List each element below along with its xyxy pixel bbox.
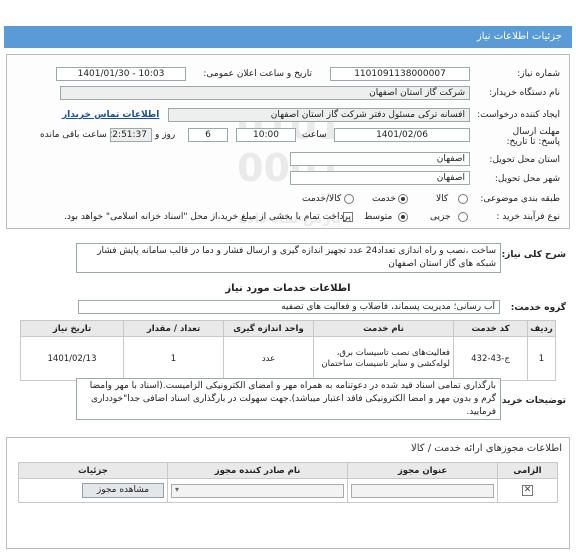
cell-code: ج-43-432 <box>453 336 528 381</box>
buyer-org-field: شرکت گاز استان اصفهان <box>60 86 470 100</box>
process-minor-label: جزیی <box>430 212 451 222</box>
services-table-header: ردیف کد خدمت نام خدمت واحد اندازه گیری ت… <box>20 320 556 337</box>
cell-name: فعالیت‌های نصب تاسیسات برق، لوله‌کشی و س… <box>313 336 454 381</box>
service-group-label: گروه خدمت: <box>510 303 566 313</box>
province-label: استان محل تحویل: <box>489 155 560 165</box>
service-group-field: آب رسانی؛ مدیریت پسماند، فاضلاب و فعالیت… <box>78 300 500 314</box>
days-label: روز و <box>155 130 176 140</box>
category-both-radio[interactable] <box>344 194 354 204</box>
category-service-radio[interactable] <box>398 194 408 204</box>
cell-unit: عدد <box>223 336 314 381</box>
page-title: جزئیات اطلاعات نیاز <box>476 31 562 42</box>
remaining-label: ساعت باقی مانده <box>40 130 107 140</box>
services-table: ردیف کد خدمت نام خدمت واحد اندازه گیری ت… <box>20 320 556 381</box>
notes-text: بارگذاری تمامی اسناد قید شده در دعوتنامه… <box>76 378 501 420</box>
permit-issuer-cell: ▾ <box>167 478 348 503</box>
page-header: جزئیات اطلاعات نیاز <box>4 26 572 48</box>
services-title: اطلاعات خدمات مورد نیاز <box>225 283 351 294</box>
cell-row: 1 <box>527 336 556 381</box>
announce-date-label: تاریخ و ساعت اعلان عمومی: <box>203 69 312 79</box>
process-minor-radio[interactable] <box>458 212 468 222</box>
permit-col-issuer: نام صادر کننده مجوز <box>167 462 348 479</box>
category-label: طبقه بندی موضوعی: <box>480 194 560 204</box>
permits-title: اطلاعات مجوزهای ارائه خدمت / کالا <box>411 443 562 454</box>
days-field: 6 <box>188 128 228 142</box>
permit-col-title: عنوان مجوز <box>347 462 498 479</box>
summary-label: شرح کلی نیاز: <box>501 250 566 260</box>
summary-text: ساخت ،نصب و راه اندازی تعداد24 عدد تجهیز… <box>76 243 501 273</box>
permit-issuer-select[interactable]: ▾ <box>171 483 344 498</box>
chevron-down-icon: ▾ <box>175 484 180 494</box>
creator-label: ایجاد کننده درخواست: <box>477 110 560 120</box>
col-unit: واحد اندازه گیری <box>223 320 314 337</box>
col-code: کد خدمت <box>453 320 528 337</box>
category-both-label: کالا/خدمت <box>302 194 342 204</box>
cell-date: 1401/02/13 <box>20 336 124 381</box>
permit-col-required: الزامی <box>497 462 558 479</box>
col-name: نام خدمت <box>313 320 454 337</box>
permits-table-header: الزامی عنوان مجوز نام صادر کننده مجوز جز… <box>18 462 558 479</box>
col-qty: تعداد / مقدار <box>123 320 224 337</box>
permit-details-cell: مشاهده مجوز <box>18 478 168 503</box>
buyer-contact-link[interactable]: اطلاعات تماس خریدار <box>62 110 159 120</box>
deadline-date-field: 1401/02/06 <box>334 128 470 142</box>
permit-row: ✕ ▾ مشاهده مجوز <box>18 478 558 503</box>
view-permit-button[interactable]: مشاهده مجوز <box>82 483 164 498</box>
buyer-org-label: نام دستگاه خریدار: <box>489 88 560 98</box>
required-checkbox-icon: ✕ <box>522 485 533 496</box>
province-field: اصفهان <box>290 152 470 166</box>
city-field: اصفهان <box>290 171 470 185</box>
deadline-time-field: 10:00 <box>236 128 296 142</box>
category-goods-radio[interactable] <box>458 194 468 204</box>
process-medium-radio[interactable] <box>398 212 408 222</box>
creator-field: افسانه ترکی مسئول دفتر شرکت گاز استان اص… <box>168 108 470 122</box>
permit-title-cell <box>347 478 498 503</box>
category-service-label: خدمت <box>372 194 396 204</box>
category-goods-label: کالا <box>436 194 449 204</box>
need-number-label: شماره نیاز: <box>517 69 560 79</box>
deadline-label: مهلت ارسال پاسخ: تا تاریخ: <box>506 127 560 147</box>
process-label: نوع فرآیند خرید : <box>496 212 560 222</box>
permit-col-details: جزئیات <box>18 462 168 479</box>
col-date: تاریخ نیاز <box>20 320 124 337</box>
cell-qty: 1 <box>123 336 224 381</box>
announce-date-field: 1401/01/30 - 10:03 <box>56 67 186 81</box>
table-row: 1 ج-43-432 فعالیت‌های نصب تاسیسات برق، ل… <box>20 336 556 381</box>
process-medium-label: متوسط <box>364 212 393 222</box>
permit-required-cell: ✕ <box>497 478 558 503</box>
treasury-text: پرداخت تمام یا بخشی از مبلغ خرید،از محل … <box>64 212 352 222</box>
need-number-field: 1101091138000007 <box>330 67 470 81</box>
remaining-time-field: 22:51:37 <box>110 128 152 142</box>
time-label: ساعت <box>302 130 327 140</box>
city-label: شهر محل تحویل: <box>494 174 560 184</box>
notes-label: توضیحات خریدار: <box>490 396 566 406</box>
col-row: ردیف <box>527 320 556 337</box>
permit-title-field <box>351 483 494 498</box>
permits-table: الزامی عنوان مجوز نام صادر کننده مجوز جز… <box>18 462 558 503</box>
